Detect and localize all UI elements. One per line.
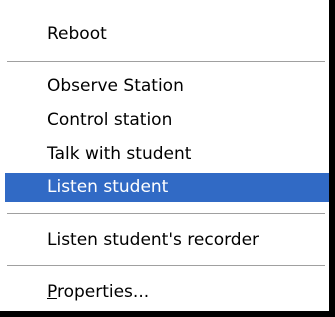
menu-item-control-station[interactable]: Control station (5, 106, 329, 135)
menu-item-observe-station[interactable]: Observe Station (5, 72, 329, 101)
menu-item-reboot[interactable]: Reboot (5, 20, 329, 49)
menu-item-label: Listen student (47, 177, 169, 197)
menu-item-listen-student-recorder[interactable]: Listen student's recorder (5, 226, 329, 255)
menu-item-label: Control station (47, 110, 173, 130)
menu-separator (7, 61, 325, 63)
menu-item-mnemonic: P (47, 282, 57, 302)
context-menu: Reboot Observe Station Control station T… (0, 0, 335, 317)
menu-item-label: Observe Station (47, 76, 184, 96)
menu-item-label: Reboot (47, 24, 107, 44)
menu-item-label: Talk with student (47, 144, 192, 164)
menu-item-properties[interactable]: Properties... (5, 278, 329, 307)
menu-separator (7, 265, 325, 267)
menu-item-listen-student[interactable]: Listen student (5, 173, 329, 202)
menu-item-talk-with-student[interactable]: Talk with student (5, 140, 329, 169)
menu-item-label-rest: roperties... (56, 282, 150, 302)
menu-separator (7, 213, 325, 215)
menu-item-label: Properties... (47, 282, 149, 302)
menu-item-label: Listen student's recorder (47, 230, 260, 250)
